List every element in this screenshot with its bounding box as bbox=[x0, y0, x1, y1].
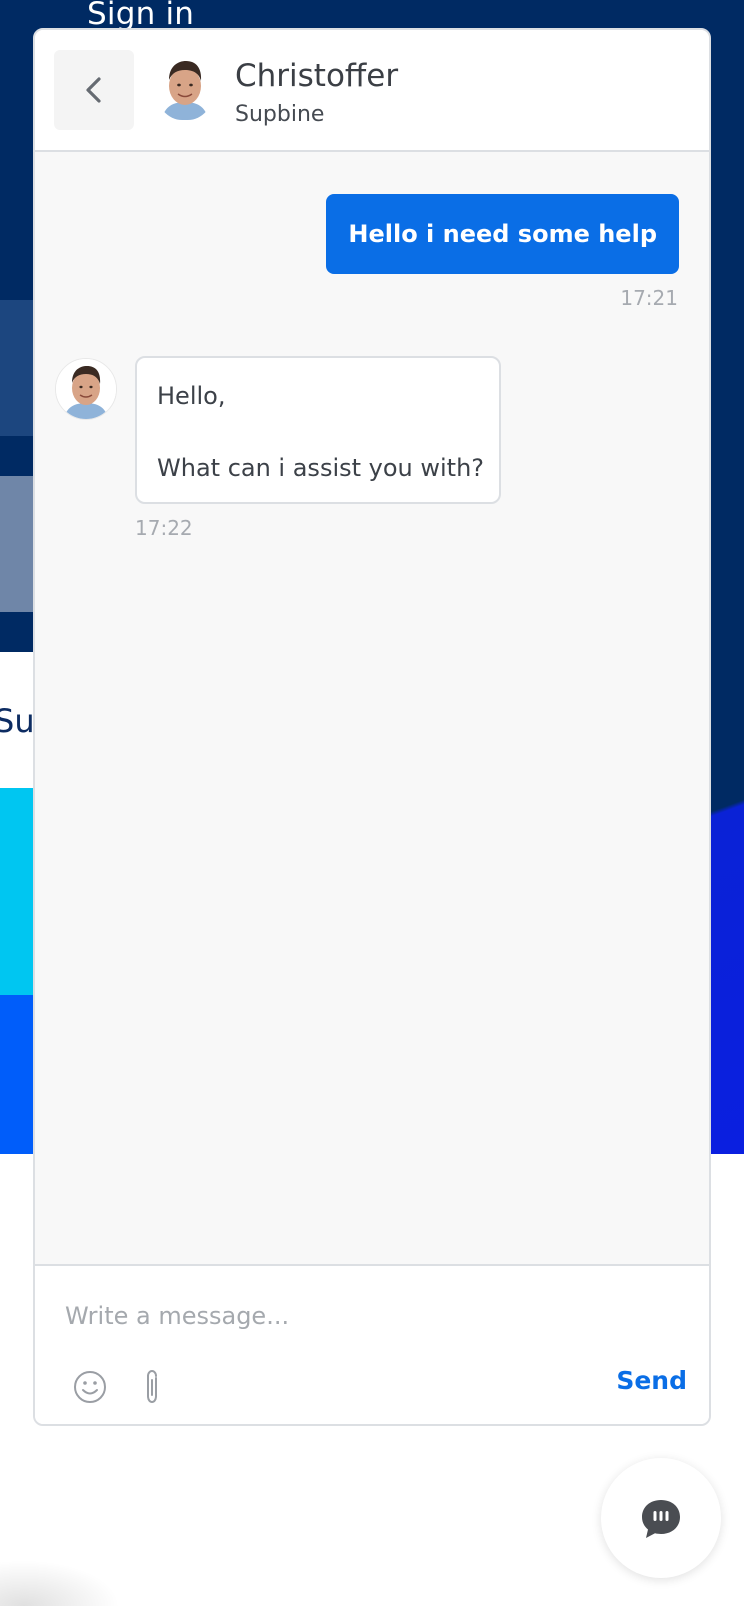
background-band bbox=[0, 476, 34, 612]
chat-header: Christoffer Supbine bbox=[35, 30, 709, 152]
agent-avatar bbox=[55, 358, 117, 420]
message-timestamp: 17:22 bbox=[135, 516, 193, 540]
message-outgoing: Hello i need some help bbox=[326, 194, 679, 274]
agent-company: Supbine bbox=[235, 102, 325, 127]
agent-name: Christoffer bbox=[235, 58, 399, 94]
message-text: Hello i need some help bbox=[348, 220, 657, 248]
message-text: Hello, bbox=[157, 382, 226, 410]
background-heading-fragment: Su bbox=[0, 702, 35, 740]
smiley-icon bbox=[74, 1371, 106, 1403]
background-band bbox=[0, 995, 34, 1154]
background-band bbox=[0, 788, 34, 995]
agent-avatar bbox=[156, 54, 214, 120]
back-button[interactable] bbox=[54, 50, 134, 130]
attach-button[interactable] bbox=[141, 1368, 163, 1406]
chat-launcher-button[interactable] bbox=[601, 1458, 721, 1578]
message-input[interactable] bbox=[65, 1288, 665, 1344]
message-text: What can i assist you with? bbox=[157, 454, 485, 482]
message-timestamp: 17:21 bbox=[620, 286, 678, 310]
chevron-left-icon bbox=[86, 77, 101, 103]
paperclip-icon bbox=[147, 1369, 157, 1404]
background-band bbox=[0, 300, 34, 436]
chat-widget: Christoffer Supbine Hello i need some he… bbox=[33, 28, 711, 1426]
background-shadow bbox=[0, 1560, 120, 1606]
send-button[interactable]: Send bbox=[616, 1366, 687, 1395]
chat-bubble-icon bbox=[642, 1500, 680, 1538]
emoji-button[interactable] bbox=[73, 1370, 107, 1404]
message-composer: Send bbox=[35, 1264, 709, 1424]
message-incoming: Hello, What can i assist you with? bbox=[135, 356, 501, 504]
